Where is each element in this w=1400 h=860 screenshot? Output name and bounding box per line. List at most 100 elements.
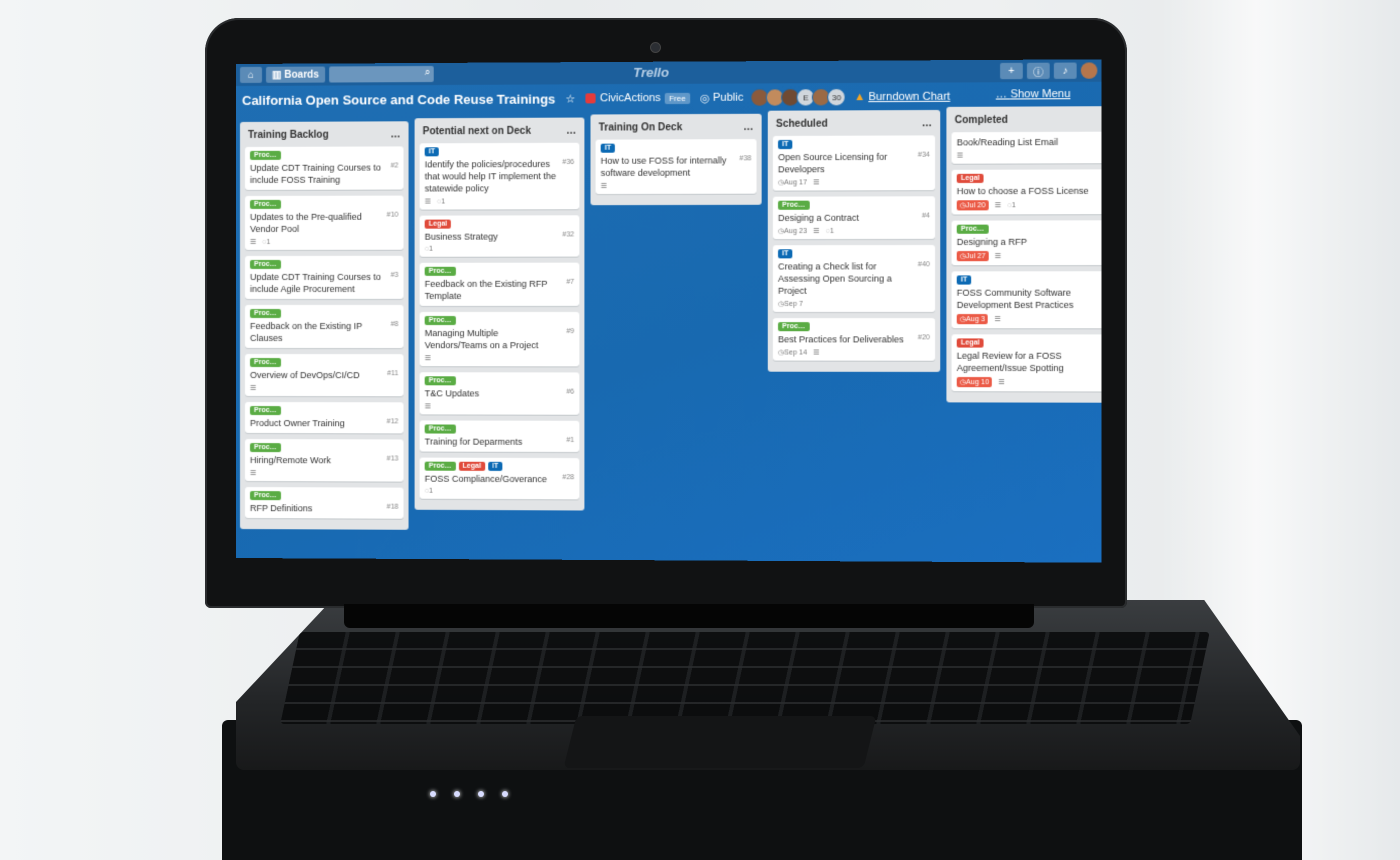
- card-label[interactable]: Proc…: [778, 322, 810, 332]
- card-label[interactable]: Proc…: [424, 266, 456, 276]
- card[interactable]: Proc… Desiging a Contract #4 ◷ Aug 23 ☰ ◌ 1: [772, 196, 936, 240]
- card-label[interactable]: Proc…: [249, 199, 281, 209]
- card-badges: ◷ Aug 3 ☰: [956, 314, 1102, 325]
- burndown-button[interactable]: ▲ Burndown Chart: [854, 91, 950, 104]
- card-labels: Proc…: [424, 376, 575, 386]
- card-number: #7: [566, 278, 575, 286]
- card[interactable]: Proc… Feedback on the Existing IP Clauses…: [244, 304, 404, 349]
- card[interactable]: Proc… Overview of DevOps/CI/CD #11 ☰: [244, 354, 404, 397]
- card[interactable]: Proc… Managing Multiple Vendors/Teams on …: [419, 312, 580, 367]
- list[interactable]: Training On Deck … IT How to use FOSS for i…: [590, 113, 762, 206]
- card-label[interactable]: Proc…: [424, 316, 456, 326]
- card[interactable]: Proc… RFP Definitions #18: [244, 487, 404, 519]
- card-labels: Legal: [956, 338, 1102, 348]
- card[interactable]: Proc… Update CDT Training Courses to incl…: [244, 146, 404, 190]
- list[interactable]: Training Backlog … Proc… Update CDT Trainin…: [239, 121, 409, 530]
- card-label[interactable]: Proc…: [249, 150, 281, 160]
- card[interactable]: Legal Legal Review for a FOSS Agreement/I…: [951, 334, 1102, 392]
- card-title: How to choose a FOSS License: [956, 185, 1089, 197]
- card[interactable]: IT FOSS Community Software Development Be…: [951, 271, 1102, 329]
- list-menu-icon[interactable]: …: [743, 122, 753, 133]
- card-label[interactable]: IT: [488, 461, 503, 471]
- home-icon[interactable]: ⌂: [239, 66, 262, 83]
- list-menu-icon[interactable]: …: [390, 129, 400, 140]
- due-date: Jul 20: [966, 201, 986, 209]
- card-label[interactable]: Proc…: [424, 424, 456, 434]
- due-date: Aug 17: [784, 178, 807, 187]
- card-labels: IT: [956, 275, 1102, 285]
- member-count[interactable]: 30: [827, 88, 846, 107]
- card[interactable]: Proc… Best Practices for Deliverables #20 ◷…: [772, 318, 936, 361]
- list-title[interactable]: Potential next on Deck: [423, 126, 531, 137]
- card[interactable]: Proc… T&C Updates #6 ☰: [419, 372, 580, 415]
- card[interactable]: Book/Reading List Email ☰: [951, 131, 1102, 164]
- list-title[interactable]: Training On Deck: [599, 122, 683, 133]
- card-label[interactable]: Legal: [956, 173, 984, 184]
- card-label[interactable]: IT: [956, 275, 972, 285]
- card-label[interactable]: Proc…: [249, 491, 281, 501]
- card-label[interactable]: Legal: [458, 461, 486, 471]
- card[interactable]: Proc… Update CDT Training Courses to incl…: [244, 255, 404, 299]
- star-icon[interactable]: ☆: [565, 92, 575, 105]
- bell-icon[interactable]: ♪: [1053, 62, 1077, 79]
- due-date: Aug 3: [966, 315, 986, 323]
- comment-badge: ◌ 1: [826, 227, 834, 234]
- card[interactable]: Proc… Feedback on the Existing RFP Templa…: [419, 262, 580, 306]
- card-label[interactable]: Proc…: [956, 224, 989, 234]
- list[interactable]: Scheduled … IT Open Source Licensing for De…: [767, 109, 941, 372]
- card-label[interactable]: Proc…: [424, 376, 456, 386]
- card-label[interactable]: Proc…: [249, 259, 281, 269]
- card-label[interactable]: Proc…: [778, 200, 810, 210]
- list-menu-icon[interactable]: …: [922, 118, 932, 129]
- fire-icon: ▲: [854, 91, 869, 104]
- card-label[interactable]: IT: [424, 147, 440, 157]
- card[interactable]: Proc… Legal IT FOSS Compliance/Goverance #28…: [419, 457, 580, 500]
- list-menu-icon[interactable]: …: [566, 126, 576, 137]
- avatar[interactable]: [1080, 62, 1098, 79]
- org-button[interactable]: CivicActions Free: [585, 92, 690, 105]
- card-label[interactable]: Proc…: [249, 406, 281, 416]
- plus-icon[interactable]: +: [1000, 62, 1023, 80]
- card-number: #3: [390, 271, 399, 279]
- comment-count: 1: [829, 227, 835, 235]
- list-title[interactable]: Training Backlog: [248, 130, 329, 141]
- card-label[interactable]: IT: [778, 249, 793, 259]
- card-labels: IT: [600, 143, 752, 153]
- card-number: #6: [566, 388, 575, 396]
- board-title[interactable]: California Open Source and Code Reuse Tr…: [242, 91, 555, 107]
- list[interactable]: Completed…Book/Reading List Email☰LegalH…: [946, 106, 1102, 403]
- card[interactable]: Proc… Hiring/Remote Work #13 ☰: [244, 439, 404, 482]
- card[interactable]: Legal How to choose a FOSS License ◷ Jul 2…: [951, 169, 1102, 215]
- card[interactable]: Proc… Product Owner Training #12: [244, 402, 404, 434]
- card-label[interactable]: Proc…: [424, 461, 456, 471]
- card[interactable]: IT Identify the policies/procedures that …: [419, 142, 580, 210]
- card-badges: ◷ Aug 17 ☰: [778, 178, 930, 187]
- card[interactable]: Proc… Training for Deparments #1: [419, 420, 580, 453]
- card-label[interactable]: Proc…: [249, 308, 281, 319]
- card[interactable]: IT How to use FOSS for internally softwar…: [595, 139, 757, 195]
- search-input[interactable]: ⌕: [328, 65, 434, 83]
- card[interactable]: IT Open Source Licensing for Developers #3…: [772, 135, 936, 191]
- card-label[interactable]: Proc…: [249, 358, 281, 368]
- comment-count: 1: [266, 238, 271, 246]
- card-label[interactable]: Legal: [956, 338, 984, 348]
- card-label[interactable]: IT: [778, 139, 793, 150]
- visibility-button[interactable]: ◎ Public: [700, 91, 744, 105]
- member-avatars[interactable]: E 30: [750, 88, 846, 107]
- list-title[interactable]: Scheduled: [776, 119, 828, 130]
- card[interactable]: Proc… Updates to the Pre-qualified Vendor…: [244, 195, 404, 250]
- card-label[interactable]: Proc…: [249, 443, 281, 453]
- card[interactable]: Legal Business Strategy #32 ◌ 1: [419, 215, 580, 257]
- info-icon[interactable]: ⓘ: [1026, 62, 1050, 80]
- search-icon[interactable]: ⌕: [425, 67, 431, 78]
- card-label[interactable]: IT: [600, 143, 616, 153]
- card[interactable]: Proc… Designing a RFP ◷ Jul 27 ☰: [951, 220, 1102, 266]
- card[interactable]: IT Creating a Check list for Assessing Op…: [772, 245, 936, 313]
- trello-logo[interactable]: Trello: [633, 65, 669, 80]
- boards-button[interactable]: ▥ Boards: [266, 66, 325, 83]
- card-title: Designing a RFP: [956, 236, 1027, 248]
- list-title[interactable]: Completed: [955, 115, 1008, 126]
- card-label[interactable]: Legal: [424, 219, 452, 229]
- list[interactable]: Potential next on Deck … IT Identify the po…: [414, 117, 585, 511]
- show-menu-button[interactable]: … Show Menu: [996, 88, 1071, 101]
